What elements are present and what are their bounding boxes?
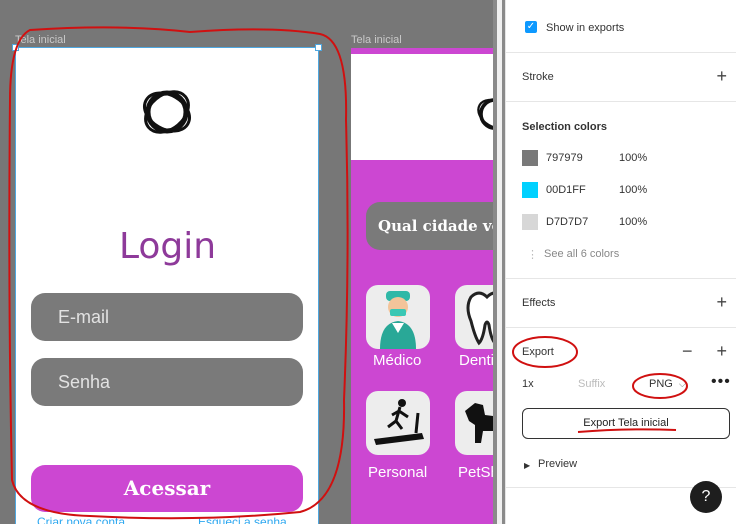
design-canvas[interactable]: Tela inicial Tela inicial Login E-mail S…	[0, 0, 505, 524]
preview-caret-icon[interactable]: ▶	[524, 461, 530, 470]
export-title: Export	[522, 346, 554, 358]
password-field[interactable]: Senha	[31, 358, 303, 406]
home-header	[351, 54, 505, 160]
stroke-section: Stroke +	[506, 53, 736, 102]
selection-colors-title: Selection colors	[522, 121, 607, 133]
login-title: Login	[118, 226, 217, 267]
category-tile-medico[interactable]	[366, 285, 430, 349]
doctor-icon	[380, 291, 416, 349]
properties-panel: ✓ Show in exports Stroke + Selection col…	[505, 0, 736, 524]
preview-toggle[interactable]: Preview	[538, 458, 577, 470]
color-hex-d7d7d7[interactable]: D7D7D7	[546, 216, 588, 228]
see-all-colors-link[interactable]: See all 6 colors	[544, 248, 619, 260]
export-tela-inicial-button[interactable]: Export Tela inicial	[522, 408, 730, 439]
resize-handle-top-right[interactable]	[315, 44, 322, 51]
add-export-plus-icon[interactable]: +	[716, 342, 727, 360]
color-hex-00d1ff[interactable]: 00D1FF	[546, 184, 586, 196]
city-search-input[interactable]: Qual cidade você	[366, 202, 505, 250]
color-hex-797979[interactable]: 797979	[546, 152, 583, 164]
show-in-exports-label: Show in exports	[546, 22, 625, 34]
color-swatch-00d1ff[interactable]	[522, 182, 538, 198]
create-account-link[interactable]: Criar nova conta	[37, 515, 125, 524]
export-suffix-input[interactable]: Suffix	[578, 378, 605, 390]
add-stroke-plus-icon[interactable]: +	[716, 67, 727, 85]
treadmill-icon	[374, 399, 424, 445]
logo-icon	[143, 90, 191, 134]
category-label-medico: Médico	[373, 352, 422, 369]
selection-colors-section: Selection colors 797979 100% 00D1FF 100%…	[506, 102, 736, 279]
category-label-personal: Personal	[368, 464, 428, 481]
effects-title: Effects	[522, 297, 556, 309]
remove-export-minus-icon[interactable]: −	[682, 342, 693, 360]
export-scale-select[interactable]: 1x	[522, 378, 534, 390]
email-field[interactable]: E-mail	[31, 293, 303, 341]
help-button[interactable]: ?	[690, 481, 722, 513]
drag-dots-icon: ⋮	[527, 249, 538, 261]
show-in-exports-checkbox[interactable]: ✓	[525, 21, 537, 33]
color-swatch-d7d7d7[interactable]	[522, 214, 538, 230]
resize-handle-top-left[interactable]	[12, 44, 19, 51]
export-format-value: PNG	[649, 378, 673, 390]
frame-label-tela-inicial[interactable]: Tela inicial	[15, 34, 66, 46]
frame-label-tela-inicial-2[interactable]: Tela inicial	[351, 34, 402, 46]
add-effect-plus-icon[interactable]: +	[716, 293, 727, 311]
stroke-title: Stroke	[522, 71, 554, 83]
forgot-password-link[interactable]: Esqueci a senha	[198, 515, 287, 524]
color-opacity-d7d7d7[interactable]: 100%	[619, 216, 647, 228]
color-opacity-00d1ff[interactable]: 100%	[619, 184, 647, 196]
canvas-scrollbar-thumb[interactable]	[497, 0, 502, 524]
login-frame[interactable]: Login E-mail Senha Acessar Criar nova co…	[16, 48, 319, 524]
export-format-select[interactable]: PNG ⌵	[649, 378, 686, 390]
color-opacity-797979[interactable]: 100%	[619, 152, 647, 164]
color-swatch-797979[interactable]	[522, 150, 538, 166]
effects-section: Effects +	[506, 279, 736, 328]
home-frame[interactable]: Qual cidade você Médico Dentista	[351, 48, 505, 524]
more-options-icon[interactable]: •••	[711, 373, 731, 391]
category-tile-personal[interactable]	[366, 391, 430, 455]
chevron-down-icon: ⌵	[678, 379, 686, 389]
acessar-button[interactable]: Acessar	[31, 465, 303, 512]
show-in-exports-section: ✓ Show in exports	[506, 0, 736, 53]
